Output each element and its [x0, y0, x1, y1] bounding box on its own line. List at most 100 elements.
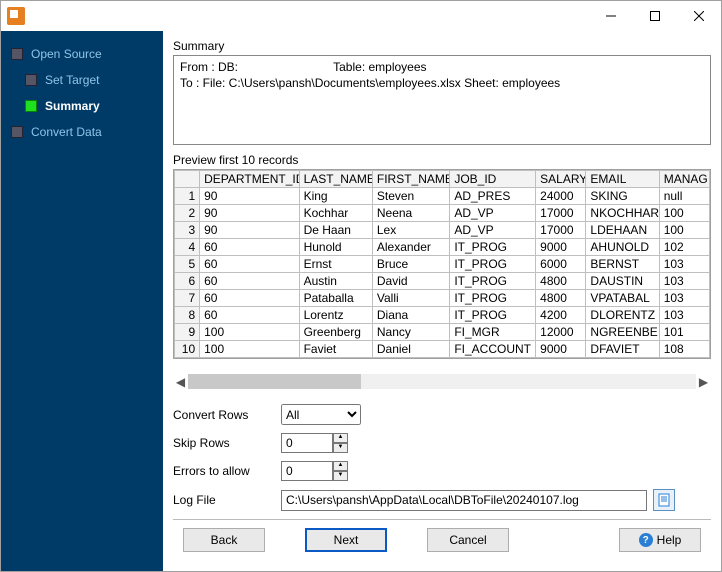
next-button[interactable]: Next	[305, 528, 387, 552]
nav-label: Convert Data	[31, 125, 102, 139]
horizontal-scrollbar[interactable]: ◀ ▶	[173, 373, 711, 390]
convert-rows-select[interactable]: All	[281, 404, 361, 425]
table-row[interactable]: 290KochharNeenaAD_VP17000NKOCHHAR100	[175, 205, 710, 222]
convert-rows-label: Convert Rows	[173, 408, 281, 422]
spin-up-button[interactable]: ▲	[333, 461, 348, 471]
help-icon: ?	[639, 533, 653, 547]
cell: 60	[200, 290, 299, 307]
nav-summary[interactable]: Summary	[21, 93, 157, 119]
cell: 60	[200, 239, 299, 256]
app-icon	[7, 7, 25, 25]
cell: IT_PROG	[450, 273, 536, 290]
cell: AD_VP	[450, 205, 536, 222]
cell: 60	[200, 256, 299, 273]
cell: 90	[200, 188, 299, 205]
scroll-track[interactable]	[188, 374, 696, 389]
wizard-footer: Back Next Cancel ? Help	[173, 519, 711, 560]
cell: 100	[200, 341, 299, 358]
step-icon	[11, 48, 23, 60]
table-row[interactable]: 760PataballaValliIT_PROG4800VPATABAL103	[175, 290, 710, 307]
cell: 103	[659, 273, 709, 290]
cell: David	[372, 273, 449, 290]
cell: AD_VP	[450, 222, 536, 239]
cell: DFAVIET	[586, 341, 659, 358]
table-row[interactable]: 190KingStevenAD_PRES24000SKINGnull	[175, 188, 710, 205]
main-panel: Summary From : DB: Table: employees To :…	[163, 31, 721, 571]
close-button[interactable]	[677, 1, 721, 31]
log-file-input[interactable]	[281, 490, 647, 511]
cell: 90	[200, 222, 299, 239]
nav-convert-data[interactable]: Convert Data	[7, 119, 157, 145]
nav-open-source[interactable]: Open Source	[7, 41, 157, 67]
scroll-left-icon[interactable]: ◀	[173, 374, 188, 389]
col-header[interactable]: FIRST_NAME	[372, 171, 449, 188]
help-button[interactable]: ? Help	[619, 528, 701, 552]
rownum-cell: 9	[175, 324, 200, 341]
cell: Austin	[299, 273, 372, 290]
step-icon	[25, 100, 37, 112]
cell: FI_ACCOUNT	[450, 341, 536, 358]
col-header[interactable]: JOB_ID	[450, 171, 536, 188]
back-button[interactable]: Back	[183, 528, 265, 552]
table-row[interactable]: 10100FavietDanielFI_ACCOUNT9000DFAVIET10…	[175, 341, 710, 358]
col-header[interactable]: LAST_NAME	[299, 171, 372, 188]
col-header[interactable]: SALARY	[536, 171, 586, 188]
rownum-cell: 3	[175, 222, 200, 239]
cell: DAUSTIN	[586, 273, 659, 290]
cell: Ernst	[299, 256, 372, 273]
preview-label: Preview first 10 records	[173, 153, 711, 167]
rownum-cell: 7	[175, 290, 200, 307]
table-row[interactable]: 460HunoldAlexanderIT_PROG9000AHUNOLD102	[175, 239, 710, 256]
cell: VPATABAL	[586, 290, 659, 307]
wizard-sidebar: Open Source Set Target Summary Convert D…	[1, 31, 163, 571]
cell: 102	[659, 239, 709, 256]
preview-table: DEPARTMENT_ID LAST_NAME FIRST_NAME JOB_I…	[174, 170, 710, 358]
cell: 12000	[536, 324, 586, 341]
summary-label: Summary	[173, 39, 711, 53]
spin-down-button[interactable]: ▼	[333, 471, 348, 481]
errors-label: Errors to allow	[173, 464, 281, 478]
cell: 17000	[536, 205, 586, 222]
cell: 9000	[536, 239, 586, 256]
window-controls	[589, 1, 721, 31]
step-icon	[11, 126, 23, 138]
rownum-cell: 5	[175, 256, 200, 273]
cell: 24000	[536, 188, 586, 205]
cancel-button[interactable]: Cancel	[427, 528, 509, 552]
nav-set-target[interactable]: Set Target	[21, 67, 157, 93]
table-row[interactable]: 9100GreenbergNancyFI_MGR12000NGREENBE101	[175, 324, 710, 341]
col-header[interactable]: EMAIL	[586, 171, 659, 188]
rownum-cell: 4	[175, 239, 200, 256]
maximize-button[interactable]	[633, 1, 677, 31]
table-row[interactable]: 660AustinDavidIT_PROG4800DAUSTIN103	[175, 273, 710, 290]
col-header[interactable]: MANAG	[659, 171, 709, 188]
options-form: Convert Rows All Skip Rows ▲ ▼	[173, 404, 711, 519]
table-row[interactable]: 560ErnstBruceIT_PROG6000BERNST103	[175, 256, 710, 273]
summary-line-to: To : File: C:\Users\pansh\Documents\empl…	[180, 76, 704, 92]
minimize-button[interactable]	[589, 1, 633, 31]
skip-rows-label: Skip Rows	[173, 436, 281, 450]
rownum-cell: 2	[175, 205, 200, 222]
cell: 9000	[536, 341, 586, 358]
cell: Valli	[372, 290, 449, 307]
cell: King	[299, 188, 372, 205]
browse-log-button[interactable]	[653, 489, 675, 511]
col-header[interactable]: DEPARTMENT_ID	[200, 171, 299, 188]
spin-up-button[interactable]: ▲	[333, 433, 348, 443]
cell: Neena	[372, 205, 449, 222]
errors-input[interactable]	[281, 461, 333, 481]
cell: Pataballa	[299, 290, 372, 307]
table-row[interactable]: 390De HaanLexAD_VP17000LDEHAAN100	[175, 222, 710, 239]
cell: 4800	[536, 273, 586, 290]
cell: Diana	[372, 307, 449, 324]
cell: 103	[659, 307, 709, 324]
table-row[interactable]: 860LorentzDianaIT_PROG4200DLORENTZ103	[175, 307, 710, 324]
rownum-header	[175, 171, 200, 188]
cell: Greenberg	[299, 324, 372, 341]
scroll-right-icon[interactable]: ▶	[696, 374, 711, 389]
spin-down-button[interactable]: ▼	[333, 443, 348, 453]
scroll-thumb[interactable]	[188, 374, 361, 389]
skip-rows-input[interactable]	[281, 433, 333, 453]
cell: Kochhar	[299, 205, 372, 222]
cell: Faviet	[299, 341, 372, 358]
